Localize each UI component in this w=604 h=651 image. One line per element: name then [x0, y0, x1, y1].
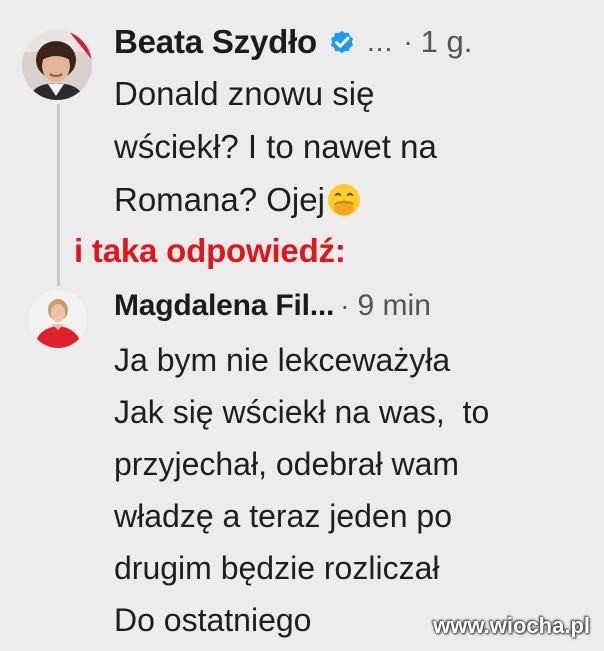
face-with-hand-over-mouth-icon [327, 179, 361, 216]
reply-caption: i taka odpowiedź: [74, 232, 346, 269]
tweet-text: Donald znowu się wściekł? I to nawet na … [114, 67, 472, 226]
tweet-text: Ja bym nie lekceważyła Jak się wściekł n… [114, 334, 489, 646]
tweet-beata[interactable]: Beata Szydło ... · 1 g. Donald znowu się… [114, 18, 472, 226]
verified-badge-icon [327, 27, 357, 57]
tweet-timestamp[interactable]: 1 g. [421, 24, 473, 60]
tweet-text-line: przyjechał, odebrał wam [114, 446, 460, 482]
avatar-beata[interactable] [22, 30, 92, 100]
separator-dot: · [403, 26, 413, 57]
tweet-timestamp[interactable]: 9 min [358, 289, 431, 323]
tweet-text-line: Jak się wściekł na was, to [114, 394, 490, 430]
tweet-text-fragment: Romana? Ojej [114, 181, 325, 218]
more-options-icon[interactable]: ... [367, 26, 393, 58]
author-name[interactable]: Magdalena Fil... [114, 289, 334, 323]
tweet-header: Beata Szydło ... · 1 g. [114, 18, 472, 66]
tweet-header: Magdalena Fil... · 9 min [114, 282, 489, 330]
avatar-beata-photo [22, 30, 92, 100]
tweet-magdalena[interactable]: Magdalena Fil... · 9 min Ja bym nie lekc… [114, 282, 489, 646]
thread-connector-line [57, 104, 60, 286]
tweet-text-line: władzę a teraz jeden po [114, 498, 452, 534]
tweet-text-line: Ja bym nie lekceważyła [114, 342, 451, 378]
avatar-magdalena-photo [29, 290, 87, 348]
tweet-text-line: Donald znowu się [114, 75, 375, 112]
separator-dot: · [340, 290, 350, 321]
site-watermark: www.wiocha.pl [433, 613, 590, 638]
tweet-text-line: drugim będzie rozliczał [114, 550, 440, 586]
tweet-text-line: Romana? Ojej [114, 173, 472, 226]
author-name[interactable]: Beata Szydło [114, 23, 317, 61]
avatar-magdalena[interactable] [29, 290, 87, 348]
tweet-text-line: wściekł? I to nawet na [114, 128, 437, 165]
screenshot-collage: Beata Szydło ... · 1 g. Donald znowu się… [0, 0, 604, 651]
